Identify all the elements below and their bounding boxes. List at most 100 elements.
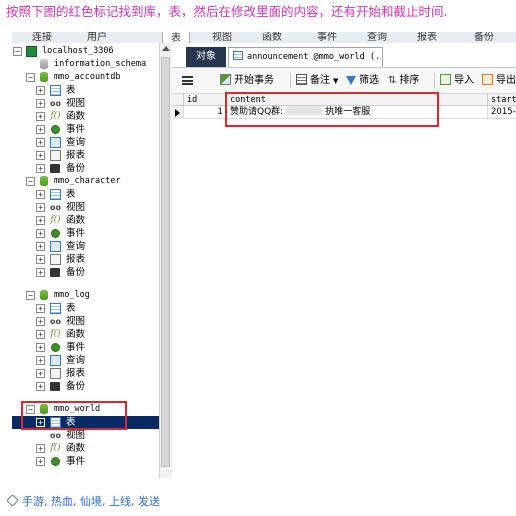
toolbar-separator (290, 73, 291, 88)
memo-label: 备注 (310, 75, 330, 86)
tree-item-label: 事件 (66, 124, 86, 135)
report-icon (50, 150, 61, 161)
expand-icon[interactable]: + (36, 457, 45, 466)
red-highlight-box-content (225, 92, 439, 127)
table-icon (50, 303, 61, 314)
dropdown-arrow-icon: ▼ (333, 77, 339, 85)
expand-icon[interactable]: + (36, 229, 45, 238)
cell-start-time[interactable]: 2015-07- (488, 106, 516, 119)
red-highlight-box-db (21, 401, 127, 430)
view-icon: oo (50, 203, 61, 212)
connection-tree: − localhost_3306 information_schema − mm… (12, 43, 159, 478)
cell-id[interactable]: 1 (184, 106, 227, 119)
tab-label: announcement @mmo_world (... (247, 52, 383, 62)
function-icon: f() (50, 215, 61, 225)
tree-item-label: 表 (66, 85, 76, 96)
menu-event[interactable]: 事件 (317, 32, 337, 43)
tree-item-label: 事件 (66, 456, 86, 467)
navicat-screenshot: 连接 用户 表 视图 函数 事件 查询 报表 备份 − localhost_33… (12, 32, 516, 478)
menu-function[interactable]: 函数 (262, 32, 282, 43)
expand-icon[interactable]: + (36, 255, 45, 264)
tree-item-label: 事件 (66, 228, 86, 239)
report-icon (50, 254, 61, 265)
menu-query[interactable]: 查询 (367, 32, 387, 43)
report-icon (50, 368, 61, 379)
expand-icon[interactable]: + (36, 112, 45, 121)
expand-icon[interactable]: + (36, 268, 45, 277)
tab-strip: 对象 announcement @mmo_world (... (172, 43, 516, 68)
view-icon: oo (50, 99, 61, 108)
expand-icon[interactable]: + (36, 317, 45, 326)
tree-item-label: 查询 (66, 137, 86, 148)
expand-icon[interactable]: + (36, 369, 45, 378)
expand-icon[interactable]: + (36, 216, 45, 225)
expand-icon[interactable]: + (36, 138, 45, 147)
db-label: information_schema (54, 59, 147, 69)
expand-icon[interactable]: + (36, 343, 45, 352)
menu-backup[interactable]: 备份 (474, 32, 494, 43)
menu-view[interactable]: 视图 (212, 32, 232, 43)
expand-icon[interactable]: + (36, 382, 45, 391)
function-icon: f() (50, 443, 61, 453)
instruction-text: 按照下图的红色标记找到库，表，然后在修改里面的内容，还有开始和截止时间. (6, 4, 448, 19)
data-toolbar: 开始事务 备注 ▼ 筛选 ⇅ 排序 导入 导出 (172, 68, 516, 94)
scroll-up-arrow-icon[interactable] (162, 46, 170, 51)
filter-button[interactable]: 筛选 (346, 73, 379, 88)
menu-report[interactable]: 报表 (417, 32, 437, 43)
tab-objects[interactable]: 对象 (186, 47, 226, 67)
database-icon (40, 72, 48, 82)
expand-icon[interactable]: + (36, 190, 45, 199)
begin-transaction-button[interactable]: 开始事务 (220, 73, 274, 88)
tree-item-label: 报表 (66, 368, 86, 379)
collapse-icon[interactable]: − (26, 177, 35, 186)
export-icon (482, 74, 493, 85)
collapse-icon[interactable]: − (26, 291, 35, 300)
sort-icon: ⇅ (388, 75, 397, 86)
collapse-icon[interactable]: − (13, 47, 22, 56)
tree-item-label: 函数 (66, 111, 86, 122)
row-selector-header (172, 94, 184, 106)
menu-icon[interactable] (182, 76, 193, 85)
expand-icon[interactable]: + (36, 356, 45, 365)
import-icon (440, 74, 451, 85)
tree-item-label: 备份 (66, 267, 86, 278)
export-button[interactable]: 导出 (482, 73, 516, 88)
filter-icon (346, 76, 356, 85)
data-editor-panel: 对象 announcement @mmo_world (... 开始事务 备注 ▼… (172, 43, 516, 478)
collapse-icon[interactable]: − (26, 73, 35, 82)
backup-icon (50, 382, 60, 391)
menu-connection[interactable]: 连接 (32, 32, 52, 43)
expand-icon[interactable]: + (36, 444, 45, 453)
expand-icon[interactable]: + (36, 242, 45, 251)
expand-icon[interactable]: + (36, 151, 45, 160)
table-icon (50, 189, 61, 200)
menu-user[interactable]: 用户 (87, 32, 107, 43)
memo-button[interactable]: 备注 ▼ (296, 73, 338, 88)
scroll-thumb[interactable] (161, 57, 170, 467)
expand-icon[interactable]: + (36, 125, 45, 134)
view-icon: oo (50, 431, 61, 440)
query-icon (50, 355, 61, 366)
tree-scrollbar[interactable] (159, 43, 172, 478)
expand-icon[interactable]: + (36, 203, 45, 212)
expand-icon[interactable]: + (36, 304, 45, 313)
query-icon (50, 137, 61, 148)
tree-item-label: 报表 (66, 254, 86, 265)
tree-item-label: 表 (66, 303, 76, 314)
expand-icon[interactable]: + (36, 330, 45, 339)
expand-icon[interactable]: + (36, 86, 45, 95)
toolbar-separator (434, 73, 435, 88)
sort-button[interactable]: ⇅ 排序 (388, 73, 419, 88)
tab-announcement-table[interactable]: announcement @mmo_world (... (228, 47, 383, 67)
export-label: 导出 (496, 75, 516, 86)
expand-icon[interactable]: + (36, 164, 45, 173)
tags-list[interactable]: 手游, 热血, 仙境, 上线, 发送 (22, 495, 160, 508)
column-header-start-time[interactable]: start_ti (488, 94, 516, 106)
view-icon: oo (50, 317, 61, 326)
current-row-arrow-icon (175, 109, 180, 117)
expand-icon[interactable]: + (36, 99, 45, 108)
server-connection-icon (26, 46, 37, 57)
db-label: mmo_log (54, 290, 90, 300)
column-header-id[interactable]: id (184, 94, 227, 106)
import-button[interactable]: 导入 (440, 73, 474, 88)
